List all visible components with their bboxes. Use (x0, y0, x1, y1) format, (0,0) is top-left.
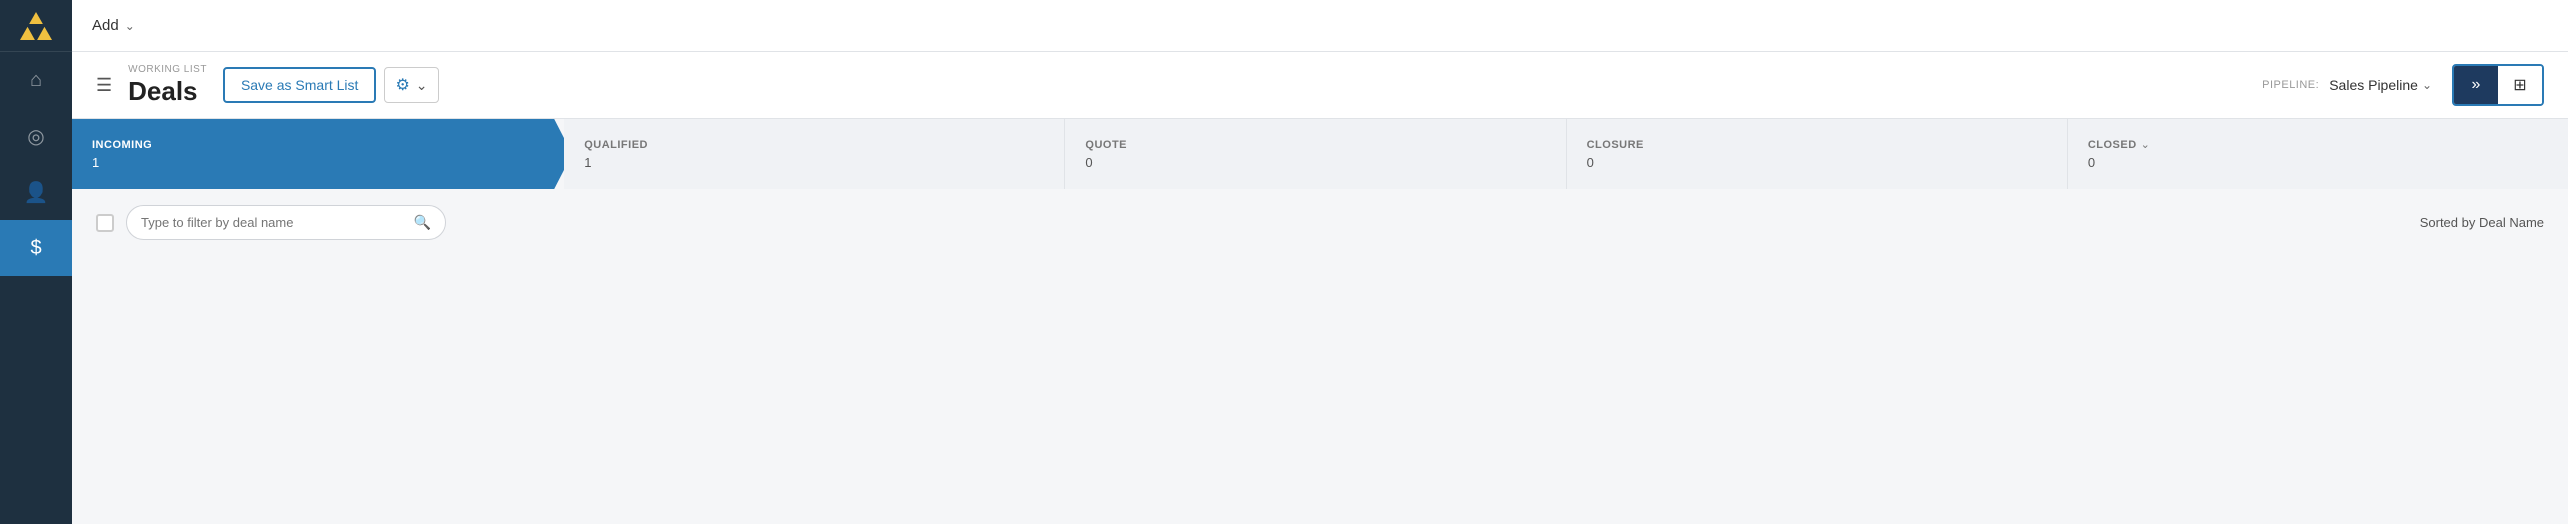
working-list-label: WORKING LIST (128, 65, 207, 75)
add-button[interactable]: Add ⌄ (92, 17, 135, 34)
stage-quote-name: QUOTE (1085, 139, 1127, 151)
page-header: ☰ WORKING LIST Deals Save as Smart List … (72, 52, 2568, 119)
stage-qualified-name: QUALIFIED (584, 139, 648, 151)
select-all-checkbox[interactable] (96, 214, 114, 232)
header-left: ☰ WORKING LIST Deals Save as Smart List … (96, 65, 439, 106)
stage-incoming-count: 1 (92, 155, 152, 170)
stage-closure-count: 0 (1587, 155, 1644, 170)
stage-quote[interactable]: QUOTE 0 (1065, 119, 1566, 189)
sidebar-navigation: ⌂ ◎ 👤 $ (0, 52, 72, 524)
logo-icon (20, 10, 52, 42)
person-icon: 👤 (24, 180, 49, 205)
pipeline-name: Sales Pipeline (2329, 77, 2418, 93)
stage-incoming[interactable]: INCOMING 1 (72, 119, 572, 189)
stage-closed-name: CLOSED (2088, 139, 2137, 151)
search-input[interactable] (141, 215, 406, 230)
grid-icon: ⊞ (2513, 75, 2526, 95)
stages-bar: INCOMING 1 QUALIFIED 1 QUOTE 0 CLOSURE 0 (72, 119, 2568, 189)
main-content: Add ⌄ ☰ WORKING LIST Deals Save as Smart… (72, 0, 2568, 524)
stage-closed[interactable]: CLOSED ⌄ 0 (2068, 119, 2568, 189)
stage-closure[interactable]: CLOSURE 0 (1567, 119, 2068, 189)
sorted-label: Sorted by Deal Name (2420, 215, 2544, 230)
stage-closure-name: CLOSURE (1587, 139, 1644, 151)
stage-incoming-name: INCOMING (92, 139, 152, 151)
save-smart-list-button[interactable]: Save as Smart List (223, 67, 377, 103)
hamburger-icon[interactable]: ☰ (96, 75, 112, 96)
sidebar-item-contacts[interactable]: 👤 (0, 164, 72, 220)
settings-chevron-icon: ⌄ (416, 77, 428, 94)
pipeline-selector[interactable]: Sales Pipeline ⌄ (2329, 77, 2432, 93)
app-logo[interactable] (0, 0, 72, 52)
pipeline-chevron-icon: ⌄ (2422, 78, 2432, 92)
sidebar-item-home[interactable]: ⌂ (0, 52, 72, 108)
search-wrapper: 🔍 (126, 205, 446, 240)
stage-qualified[interactable]: QUALIFIED 1 (564, 119, 1065, 189)
dollar-icon: $ (30, 237, 41, 260)
title-group: WORKING LIST Deals (128, 65, 207, 106)
closed-chevron-icon: ⌄ (2141, 138, 2150, 151)
kanban-icon: » (2472, 76, 2481, 94)
settings-button[interactable]: ⚙ ⌄ (384, 67, 438, 103)
topbar: Add ⌄ (72, 0, 2568, 52)
pipeline-section: PIPELINE: Sales Pipeline ⌄ (2262, 77, 2432, 93)
stage-qualified-count: 1 (584, 155, 648, 170)
filter-left: 🔍 (96, 205, 446, 240)
add-label: Add (92, 17, 119, 34)
kanban-view-button[interactable]: » (2454, 66, 2498, 104)
sidebar-item-target[interactable]: ◎ (0, 108, 72, 164)
page-title: Deals (128, 77, 207, 106)
stage-quote-count: 0 (1085, 155, 1127, 170)
sidebar: ⌂ ◎ 👤 $ (0, 0, 72, 524)
header-right: PIPELINE: Sales Pipeline ⌄ » ⊞ (2262, 64, 2544, 106)
stage-closed-count: 0 (2088, 155, 2150, 170)
sidebar-item-deals[interactable]: $ (0, 220, 72, 276)
filter-bar: 🔍 Sorted by Deal Name (72, 189, 2568, 256)
search-icon: 🔍 (414, 214, 431, 231)
pipeline-label: PIPELINE: (2262, 79, 2319, 91)
add-chevron-icon: ⌄ (125, 19, 135, 33)
target-icon: ◎ (27, 124, 44, 149)
gear-icon: ⚙ (395, 75, 409, 95)
header-actions: Save as Smart List ⚙ ⌄ (223, 67, 439, 103)
home-icon: ⌂ (30, 69, 42, 92)
grid-view-button[interactable]: ⊞ (2498, 66, 2542, 104)
view-toggle: » ⊞ (2452, 64, 2544, 106)
